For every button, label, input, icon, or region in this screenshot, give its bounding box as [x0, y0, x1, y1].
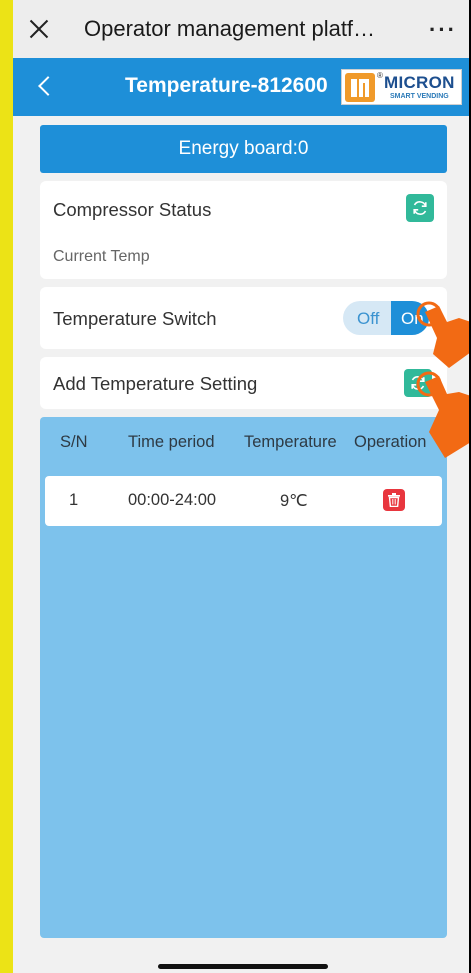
column-header-sn: S/N — [60, 433, 88, 451]
column-header-time-period: Time period — [128, 433, 215, 451]
table-row: 1 00:00-24:00 9℃ — [45, 476, 442, 526]
more-options-button[interactable]: ··· — [429, 17, 457, 43]
blue-header: Temperature-812600 ® MICRON SMART VENDIN… — [13, 58, 471, 116]
cell-sn: 1 — [69, 491, 79, 509]
add-temperature-setting-label: Add Temperature Setting — [53, 373, 258, 394]
close-icon[interactable] — [27, 17, 51, 41]
micron-logo: ® MICRON SMART VENDING — [341, 69, 462, 105]
compressor-status-label: Compressor Status — [53, 199, 212, 220]
refresh-icon[interactable] — [406, 194, 434, 222]
temperature-table: S/N Time period Temperature Operation 1 … — [40, 417, 447, 938]
add-temperature-setting-card: Add Temperature Setting — [40, 357, 447, 409]
header-title: Temperature-812600 — [125, 74, 328, 97]
energy-board-button[interactable]: Energy board:0 — [40, 125, 447, 173]
device-frame: Operator management platf… ··· Temperatu… — [0, 0, 471, 973]
current-temp-label: Current Temp — [53, 248, 150, 265]
cell-time-period: 00:00-24:00 — [128, 491, 217, 509]
logo-brand: MICRON — [384, 73, 455, 92]
tap-hand-icon — [416, 301, 471, 368]
chevron-left-icon[interactable] — [38, 76, 58, 96]
home-indicator — [158, 964, 328, 969]
logo-mark-icon — [345, 73, 375, 102]
phone-screen: Operator management platf… ··· Temperatu… — [13, 0, 471, 973]
column-header-temperature: Temperature — [244, 433, 337, 451]
temperature-switch-label: Temperature Switch — [53, 308, 217, 329]
logo-registered-mark: ® — [377, 71, 383, 80]
toggle-off-label: Off — [357, 309, 380, 328]
tap-hand-icon — [416, 371, 471, 458]
trash-icon[interactable] — [383, 489, 405, 511]
page-title: Operator management platf… — [84, 16, 376, 41]
temperature-switch-card: Temperature Switch Off On — [40, 287, 447, 349]
app-top-bar: Operator management platf… ··· — [13, 0, 471, 58]
logo-tagline: SMART VENDING — [390, 93, 449, 100]
cell-temperature: 9℃ — [280, 492, 308, 510]
compressor-status-card: Compressor Status Current Temp — [40, 181, 447, 279]
